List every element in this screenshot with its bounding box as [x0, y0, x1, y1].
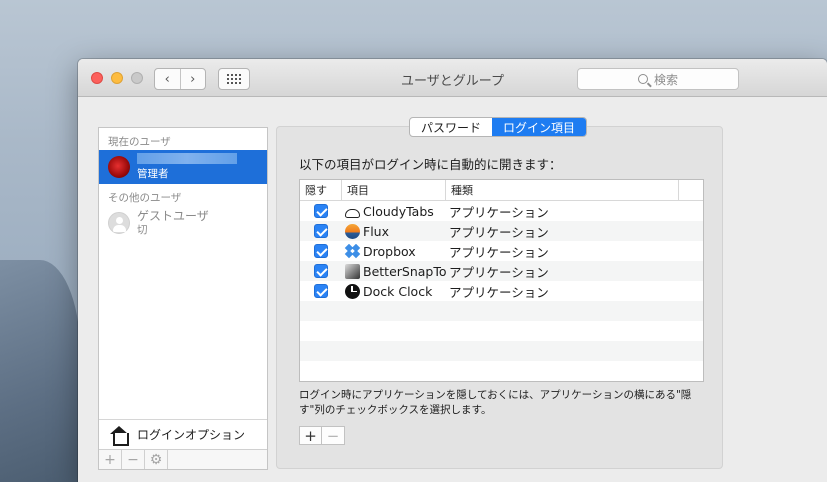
tab-control: パスワード ログイン項目 — [409, 117, 588, 137]
current-user-item[interactable]: 管理者 — [99, 150, 267, 184]
hide-checkbox[interactable] — [314, 224, 328, 238]
item-name: Dock Clock — [363, 283, 433, 299]
empty-row — [300, 301, 703, 321]
column-header-hide[interactable]: 隠す — [300, 180, 342, 200]
item-name: BetterSnapTo — [363, 263, 446, 279]
item-kind: アプリケーション — [449, 264, 549, 280]
plus-icon: + — [304, 426, 317, 445]
search-field[interactable]: 検索 — [577, 68, 739, 90]
column-header-kind[interactable]: 種類 — [446, 180, 679, 200]
minus-icon: − — [127, 451, 139, 468]
bettersnaptool-icon — [345, 263, 360, 279]
desktop-background — [0, 260, 80, 482]
house-icon — [109, 425, 129, 446]
login-items-intro: 以下の項目がログイン時に自動的に開きます： — [299, 157, 562, 172]
guest-user-name: ゲストユーザ — [137, 209, 209, 223]
remove-user-button[interactable]: − — [122, 450, 145, 469]
add-user-button[interactable]: + — [99, 450, 122, 469]
gear-icon: ⚙ — [149, 451, 163, 468]
table-header: 隠す 項目 種類 — [300, 180, 703, 201]
login-options-label: ログインオプション — [137, 428, 246, 442]
plus-icon: + — [104, 451, 116, 468]
item-name: Flux — [363, 223, 389, 239]
avatar — [108, 156, 130, 178]
login-items-table: 隠す 項目 種類 CloudyTabs アプリケーション Flux アプリケーシ… — [299, 179, 704, 382]
hide-checkbox[interactable] — [314, 284, 328, 298]
tab-login-items[interactable]: ログイン項目 — [492, 118, 587, 136]
empty-row — [300, 321, 703, 341]
other-users-header: その他のユーザ — [108, 192, 182, 204]
dropbox-icon — [344, 243, 361, 259]
item-name: CloudyTabs — [363, 203, 434, 219]
item-kind: アプリケーション — [449, 244, 549, 260]
item-kind: アプリケーション — [449, 284, 549, 300]
action-menu-button[interactable]: ⚙ — [145, 450, 168, 469]
search-placeholder: 検索 — [653, 72, 678, 87]
table-row[interactable]: Dropbox アプリケーション — [300, 241, 703, 261]
title-bar: ‹ › ユーザとグループ 検索 — [78, 59, 827, 97]
tab-password[interactable]: パスワード — [410, 118, 492, 136]
empty-row — [300, 341, 703, 361]
hide-checkbox[interactable] — [314, 264, 328, 278]
table-body: CloudyTabs アプリケーション Flux アプリケーション Dropbo… — [300, 201, 703, 381]
hide-checkbox[interactable] — [314, 204, 328, 218]
remove-login-item-button[interactable]: − — [322, 426, 344, 445]
guest-user-item[interactable]: ゲストユーザ 切 — [99, 206, 267, 240]
table-row[interactable]: Dock Clock アプリケーション — [300, 281, 703, 301]
table-row[interactable]: CloudyTabs アプリケーション — [300, 201, 703, 221]
user-role: 管理者 — [137, 168, 169, 180]
hide-instructions: ログイン時にアプリケーションを隠しておくには、アプリケーションの横にある"隠す"… — [299, 389, 692, 416]
item-kind: アプリケーション — [449, 204, 549, 220]
flux-icon — [345, 223, 360, 239]
cloud-icon — [345, 208, 360, 218]
guest-user-status: 切 — [137, 224, 148, 236]
login-options-item[interactable]: ログインオプション — [99, 419, 267, 449]
item-name: Dropbox — [363, 243, 416, 259]
table-row[interactable]: BetterSnapTo アプリケーション — [300, 261, 703, 281]
clock-icon — [345, 283, 360, 299]
redacted-user-name — [137, 153, 237, 164]
empty-row — [300, 361, 703, 381]
item-kind: アプリケーション — [449, 224, 549, 240]
add-login-item-button[interactable]: + — [300, 426, 322, 445]
current-users-header: 現在のユーザ — [108, 136, 171, 148]
minus-icon: − — [326, 426, 340, 445]
sidebar-toolbar: + − ⚙ — [99, 449, 267, 469]
guest-avatar — [108, 212, 130, 234]
search-icon — [637, 74, 648, 84]
user-list-sidebar: 現在のユーザ 管理者 その他のユーザ ゲストユーザ 切 ログインオプション + … — [98, 127, 268, 470]
login-items-add-remove: + − — [299, 426, 345, 445]
hide-checkbox[interactable] — [314, 244, 328, 258]
table-row[interactable]: Flux アプリケーション — [300, 221, 703, 241]
column-header-item[interactable]: 項目 — [342, 180, 446, 200]
users-groups-window: ‹ › ユーザとグループ 検索 現在のユーザ 管理者 その他のユーザ ゲストユー… — [78, 59, 827, 482]
